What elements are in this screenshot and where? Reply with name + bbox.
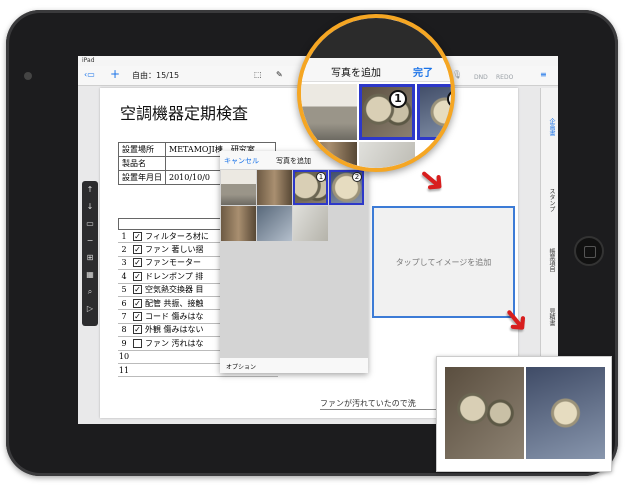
item-number: 10 (118, 352, 130, 362)
inserted-photos (445, 367, 605, 459)
item-number: 3 (121, 258, 127, 268)
redo-button[interactable]: REDO (496, 74, 513, 81)
page-counter: 自由：15/15 (132, 71, 180, 80)
device-label: iPad (82, 57, 95, 64)
magnified-background (301, 18, 451, 58)
magnified-header: 写真を追加 完了 (301, 58, 451, 82)
home-button[interactable] (574, 236, 604, 266)
item-text: 配管 共振、接触 (145, 298, 204, 308)
item-text: ファン 著しい摺 (145, 245, 204, 255)
front-camera (24, 72, 32, 80)
photo-thumbnail[interactable] (301, 142, 357, 168)
keyboard-icon[interactable]: ▭ (82, 215, 98, 232)
pen-icon[interactable]: ✎ (276, 70, 283, 79)
document-title: 空調機器定期検査 (120, 104, 249, 123)
info-label: 設置場所 (118, 142, 166, 157)
side-tab[interactable]: 帳票項目 (547, 248, 556, 272)
photo-thumbnail[interactable]: 1 (293, 170, 328, 205)
menu-icon[interactable]: ≡ (540, 70, 547, 79)
photo-picker-popover: キャンセル 写真を追加 1 2 オプション (220, 151, 368, 373)
photo-thumbnail[interactable] (359, 142, 415, 168)
item-number: 11 (118, 365, 130, 375)
checkbox[interactable]: ✓ (133, 245, 142, 255)
photo-thumbnail[interactable] (221, 170, 256, 205)
selection-badge: 1 (316, 172, 326, 182)
inserted-photo (526, 367, 605, 459)
inserted-photo (445, 367, 524, 459)
item-text: ドレンポンプ 排 (145, 271, 204, 281)
checkbox[interactable]: ✓ (133, 298, 142, 308)
select-tool-icon[interactable]: ⬚ (254, 70, 262, 79)
folder-back-icon[interactable]: ‹▭ (84, 70, 95, 79)
drop-zone-label: タップしてイメージを追加 (395, 257, 492, 267)
side-tab[interactable]: 企画書 (547, 118, 556, 136)
item-text: ファンモーター (145, 258, 201, 268)
side-tab[interactable]: 見積書 (547, 308, 556, 326)
item-number: 1 (121, 231, 127, 241)
item-number: 2 (121, 245, 127, 255)
info-label: 製品名 (118, 156, 166, 171)
calendar-icon[interactable]: ▦ (82, 266, 98, 283)
photo-thumbnail[interactable] (257, 206, 292, 241)
image-drop-zone[interactable]: タップしてイメージを追加 (372, 206, 515, 318)
item-number: 7 (121, 312, 127, 322)
checkbox[interactable]: ✓ (133, 271, 142, 281)
item-number: 8 (121, 325, 127, 335)
photo-thumbnail[interactable] (301, 84, 357, 140)
item-number: 5 (121, 285, 127, 295)
selection-badge: 2 (447, 90, 451, 108)
arrow-down-icon[interactable]: ↓ (82, 198, 98, 215)
play-icon[interactable]: ▷ (82, 300, 98, 317)
photo-thumbnail[interactable] (293, 206, 328, 241)
selection-badge: 1 (389, 90, 407, 108)
magnifier-callout: 写真を追加 完了 1 2 (297, 14, 455, 172)
checkbox[interactable]: ✓ (133, 325, 142, 335)
checkbox[interactable]: ✓ (133, 312, 142, 322)
done-button[interactable]: 完了 (413, 64, 433, 79)
item-number: 9 (121, 338, 127, 348)
photo-thumbnail[interactable] (257, 170, 292, 205)
add-page-icon[interactable]: ⊞ (82, 249, 98, 266)
item-text: コード 傷みはな (145, 312, 204, 322)
item-text: 空気熱交換器 目 (145, 285, 204, 295)
photo-thumbnail[interactable]: 2 (329, 170, 364, 205)
checkbox[interactable] (133, 338, 142, 348)
side-tab[interactable]: スタンプ (547, 188, 556, 212)
photo-thumbnail[interactable]: 2 (417, 84, 451, 140)
result-preview (436, 356, 612, 472)
item-text: 外観 傷みはない (145, 325, 204, 335)
item-number: 6 (121, 298, 127, 308)
photo-thumbnail[interactable]: 1 (359, 84, 415, 140)
item-text: ファン 汚れはな (145, 338, 204, 348)
checkbox[interactable]: ✓ (133, 231, 142, 241)
cancel-button[interactable]: キャンセル (224, 156, 259, 166)
add-icon[interactable]: + (110, 67, 120, 81)
options-button[interactable]: オプション (220, 358, 368, 373)
magnified-title: 写真を追加 (331, 68, 381, 79)
minus-icon[interactable]: − (82, 232, 98, 249)
checkbox[interactable]: ✓ (133, 285, 142, 295)
item-text: フィルターろ材に (145, 231, 209, 241)
info-label: 設置年月日 (118, 170, 166, 185)
photo-grid: 1 2 (220, 169, 368, 242)
search-icon[interactable]: ⌕ (82, 283, 98, 300)
photo-thumbnail[interactable] (221, 206, 256, 241)
checkbox[interactable]: ✓ (133, 258, 142, 268)
selection-badge: 2 (352, 172, 362, 182)
undo-button[interactable]: DND (474, 74, 488, 81)
left-toolbar: ↑ ↓ ▭ − ⊞ ▦ ⌕ ▷ (82, 181, 98, 326)
item-number: 4 (121, 271, 127, 281)
arrow-up-icon[interactable]: ↑ (82, 181, 98, 198)
